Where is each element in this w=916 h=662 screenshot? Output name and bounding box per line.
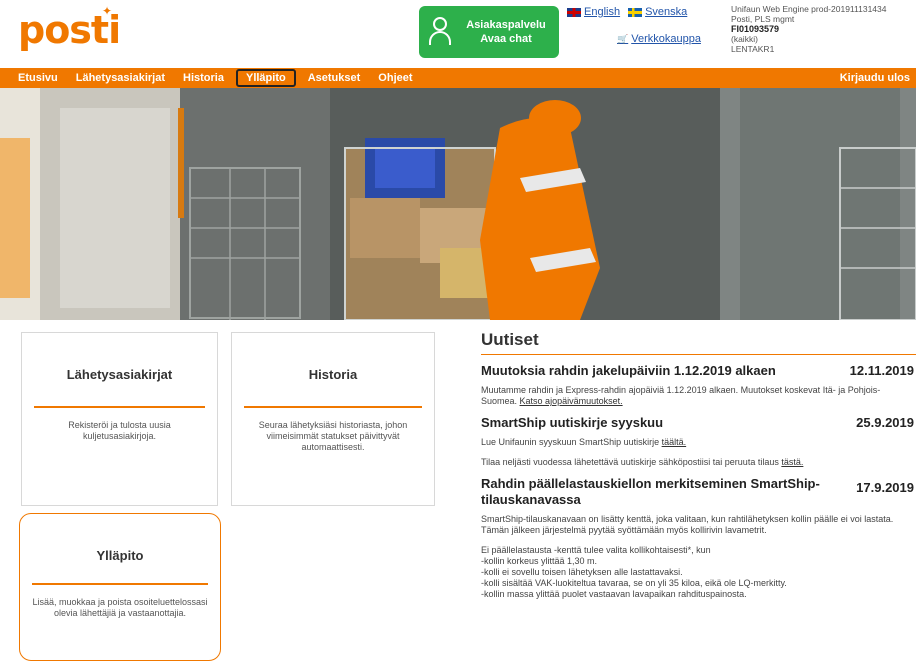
- card-title: Historia: [308, 367, 358, 382]
- news-item-date: 25.9.2019: [856, 415, 914, 430]
- news-item-list-line: -kollin massa ylittää puolet vastaavan l…: [481, 589, 747, 599]
- webshop-link[interactable]: 🛒 Verkkokauppa: [617, 33, 701, 45]
- news-item-link[interactable]: Katso ajopäivämuutokset.: [520, 396, 623, 406]
- logout-link[interactable]: Kirjaudu ulos: [840, 68, 910, 88]
- news-item-text: Ei päällelastausta -kenttä tulee valita …: [481, 545, 916, 600]
- news-item-body: Ei päällelastausta -kenttä tulee valita …: [481, 545, 711, 555]
- news-item-text: Tilaa neljästi vuodessa lähetettävä uuti…: [481, 457, 916, 468]
- news-item-body: Tilaa neljästi vuodessa lähetettävä uuti…: [481, 457, 779, 467]
- news-item-text: Lue Unifaunin syyskuun SmartShip uutiski…: [481, 437, 916, 448]
- card-title: Lähetysasiakirjat: [66, 367, 173, 382]
- news-item-text: SmartShip-tilauskanavaan on lisätty kent…: [481, 514, 894, 535]
- nav-item-lahetysasiakirjat[interactable]: Lähetysasiakirjat: [67, 68, 174, 88]
- news-item-list-line: -kolli sisältää VAK-luokiteltua tavaraa,…: [481, 578, 787, 588]
- nav-item-historia[interactable]: Historia: [174, 68, 233, 88]
- card-title: Ylläpito: [96, 548, 144, 563]
- card-description: Rekisteröi ja tulosta uusia kuljetusasia…: [68, 420, 171, 441]
- nav-item-asetukset[interactable]: Asetukset: [299, 68, 370, 88]
- card-divider: [32, 583, 208, 585]
- sysinfo-user: LENTAKR1: [731, 44, 775, 54]
- lang-english-link[interactable]: English: [567, 6, 620, 18]
- customer-service-chat-button[interactable]: Asiakaspalvelu Avaa chat: [419, 6, 559, 58]
- news-item-text: Muutamme rahdin ja Express-rahdin ajopäi…: [481, 385, 916, 407]
- sweden-flag-icon: [628, 7, 643, 17]
- main-nav: Etusivu Lähetysasiakirjat Historia Ylläp…: [0, 68, 916, 88]
- nav-item-yllapito[interactable]: Ylläpito: [235, 69, 296, 87]
- news-item-body: Lue Unifaunin syyskuun SmartShip uutiski…: [481, 437, 660, 447]
- lang-swedish-label: Svenska: [645, 6, 688, 18]
- news-item-link[interactable]: tästä.: [781, 457, 803, 467]
- chat-button-subtitle: Avaa chat: [480, 33, 532, 45]
- sysinfo-version: Unifaun Web Engine prod-201911131434: [731, 4, 887, 14]
- nav-item-etusivu[interactable]: Etusivu: [0, 68, 67, 88]
- chat-button-title: Asiakaspalvelu: [466, 19, 546, 31]
- uk-flag-icon: [567, 7, 581, 17]
- lang-english-label: English: [584, 6, 621, 18]
- card-divider: [244, 406, 422, 408]
- card-description: Seuraa lähetyksiäsi historiasta, johon v…: [258, 420, 408, 452]
- news-item-date: 12.11.2019: [849, 363, 914, 378]
- news-item: SmartShip uutiskirje syyskuu 25.9.2019 L…: [481, 415, 916, 468]
- news-item: Rahdin päällelastauskiellon merkitsemine…: [481, 476, 916, 600]
- webshop-label: Verkkokauppa: [631, 33, 701, 45]
- card-divider: [33, 406, 206, 408]
- news-section: Uutiset Muutoksia rahdin jakelupäiviin 1…: [481, 330, 916, 600]
- news-heading: Uutiset: [481, 330, 916, 355]
- posti-logo[interactable]: posti ✦: [18, 4, 121, 52]
- card-description: Lisää, muokkaa ja poista osoiteluettelos…: [32, 597, 208, 618]
- card-lahetysasiakirjat[interactable]: Lähetysasiakirjat Rekisteröi ja tulosta …: [21, 332, 218, 506]
- language-selector: English Svenska: [567, 6, 687, 18]
- hero-image: [0, 88, 916, 320]
- sysinfo-customer-id: FI01093579: [731, 24, 780, 34]
- logo-sparkle-icon: ✦: [102, 4, 112, 18]
- customer-service-person-icon: [429, 17, 451, 47]
- news-item-list-line: -kollin korkeus ylittää 1,30 m.: [481, 556, 598, 566]
- sysinfo-scope: (kaikki): [731, 34, 758, 44]
- nav-item-ohjeet[interactable]: Ohjeet: [369, 68, 421, 88]
- news-item-list-line: -kolli ei sovellu toisen lähetyksen alle…: [481, 567, 683, 577]
- news-item: Muutoksia rahdin jakelupäiviin 1.12.2019…: [481, 363, 916, 407]
- sysinfo-company: Posti, PLS mgmt: [731, 14, 795, 24]
- news-item-link[interactable]: täältä.: [662, 437, 687, 447]
- system-info: Unifaun Web Engine prod-201911131434 Pos…: [731, 4, 886, 54]
- lang-swedish-link[interactable]: Svenska: [628, 6, 687, 18]
- card-historia[interactable]: Historia Seuraa lähetyksiäsi historiasta…: [231, 332, 435, 506]
- news-item-title: Rahdin päällelastauskiellon merkitsemine…: [481, 476, 820, 507]
- cart-icon: 🛒: [617, 33, 629, 44]
- news-item-title: SmartShip uutiskirje syyskuu: [481, 415, 664, 430]
- news-item-date: 17.9.2019: [856, 480, 914, 495]
- news-item-title: Muutoksia rahdin jakelupäiviin 1.12.2019…: [481, 363, 776, 378]
- card-yllapito[interactable]: Ylläpito Lisää, muokkaa ja poista osoite…: [19, 513, 221, 661]
